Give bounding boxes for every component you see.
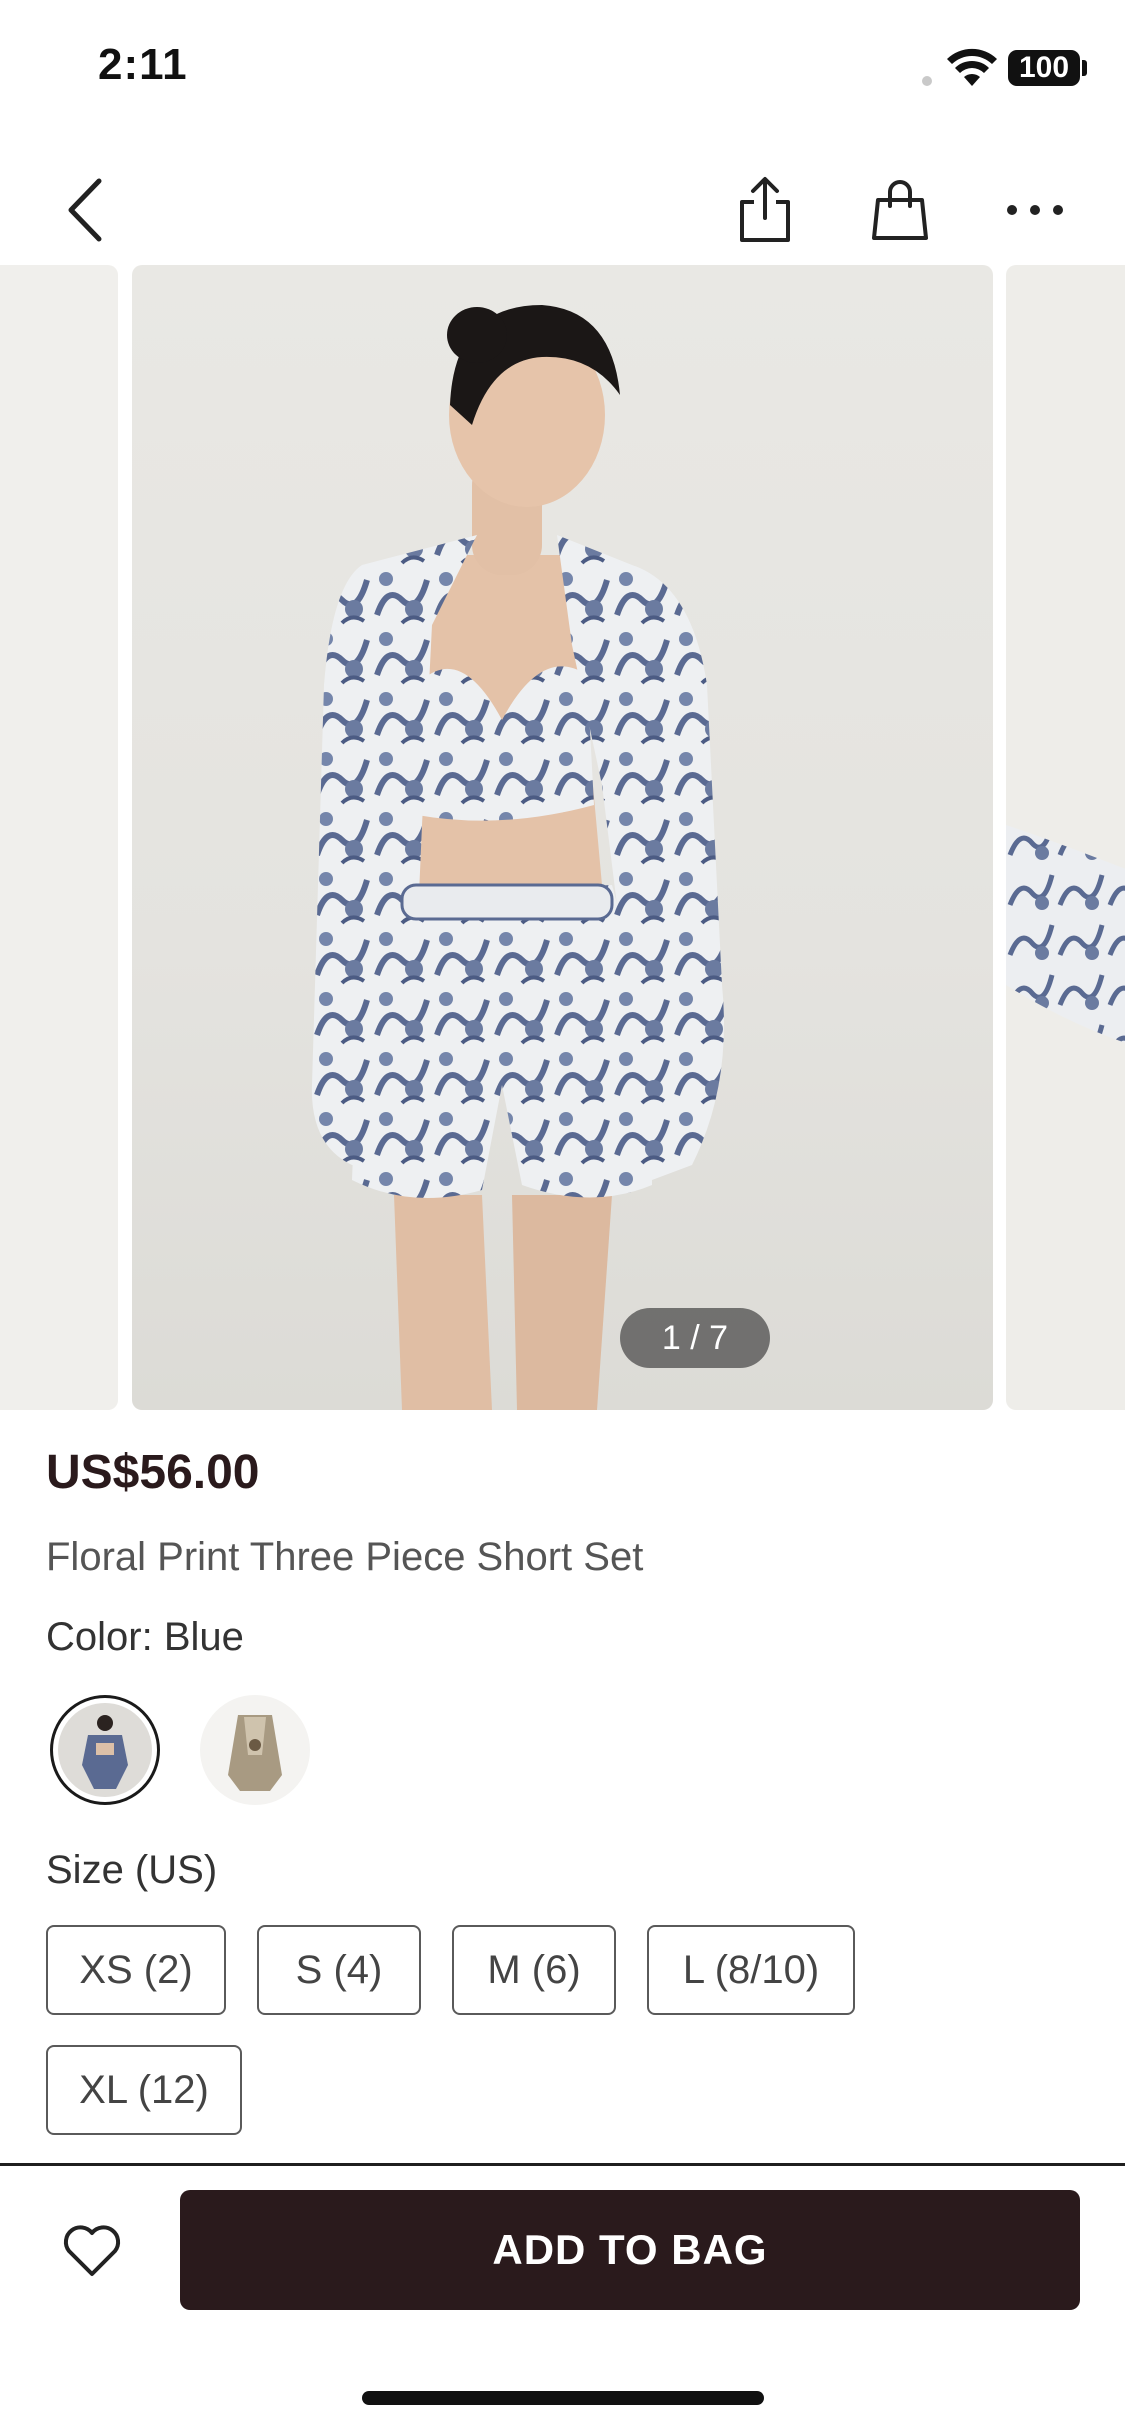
size-option-s[interactable]: S (4) bbox=[257, 1925, 421, 2015]
status-bar: 2:11 100 bbox=[0, 0, 1125, 140]
size-option-m[interactable]: M (6) bbox=[452, 1925, 616, 2015]
blue-outfit-thumbnail-icon bbox=[82, 1715, 128, 1789]
more-button[interactable] bbox=[995, 170, 1075, 250]
nav-bar bbox=[0, 150, 1125, 260]
battery-icon: 100 bbox=[1008, 50, 1080, 86]
size-option-xs[interactable]: XS (2) bbox=[46, 1925, 226, 2015]
size-option-xl[interactable]: XL (12) bbox=[46, 2045, 242, 2135]
previous-image[interactable] bbox=[0, 265, 118, 1410]
sleeve-photo-icon bbox=[1006, 825, 1125, 1043]
size-label: Size (US) bbox=[46, 1848, 218, 1892]
product-image[interactable]: 1 / 7 bbox=[132, 265, 993, 1410]
bottom-divider bbox=[0, 2163, 1125, 2166]
color-swatch-beige[interactable] bbox=[200, 1695, 310, 1805]
shopping-bag-button[interactable] bbox=[860, 170, 940, 250]
page-indicator: 1 / 7 bbox=[620, 1308, 770, 1368]
next-image[interactable] bbox=[1006, 265, 1125, 1410]
add-to-bag-button[interactable]: ADD TO BAG bbox=[180, 2190, 1080, 2310]
size-option-l[interactable]: L (8/10) bbox=[647, 1925, 855, 2015]
wishlist-button[interactable] bbox=[52, 2210, 132, 2290]
heart-icon bbox=[63, 2225, 121, 2276]
shopping-bag-icon bbox=[872, 180, 928, 240]
product-image-carousel[interactable]: 1 / 7 bbox=[0, 265, 1125, 1410]
chevron-left-icon bbox=[68, 178, 102, 242]
back-button[interactable] bbox=[46, 170, 126, 250]
swatch-image-blue bbox=[58, 1703, 152, 1797]
status-time: 2:11 bbox=[98, 40, 188, 89]
wifi-icon bbox=[947, 48, 997, 86]
model-photo-icon bbox=[311, 305, 724, 1410]
status-dot bbox=[922, 76, 932, 86]
share-button[interactable] bbox=[725, 170, 805, 250]
home-indicator bbox=[362, 2391, 764, 2405]
product-title: Floral Print Three Piece Short Set bbox=[46, 1535, 644, 1579]
more-horizontal-icon bbox=[1007, 205, 1063, 215]
product-price: US$56.00 bbox=[46, 1446, 260, 1499]
beige-outfit-thumbnail-icon bbox=[228, 1715, 282, 1791]
share-icon bbox=[740, 177, 790, 242]
color-label: Color: Blue bbox=[46, 1615, 244, 1659]
color-swatch-blue[interactable] bbox=[50, 1695, 160, 1805]
battery-tip bbox=[1082, 60, 1087, 76]
